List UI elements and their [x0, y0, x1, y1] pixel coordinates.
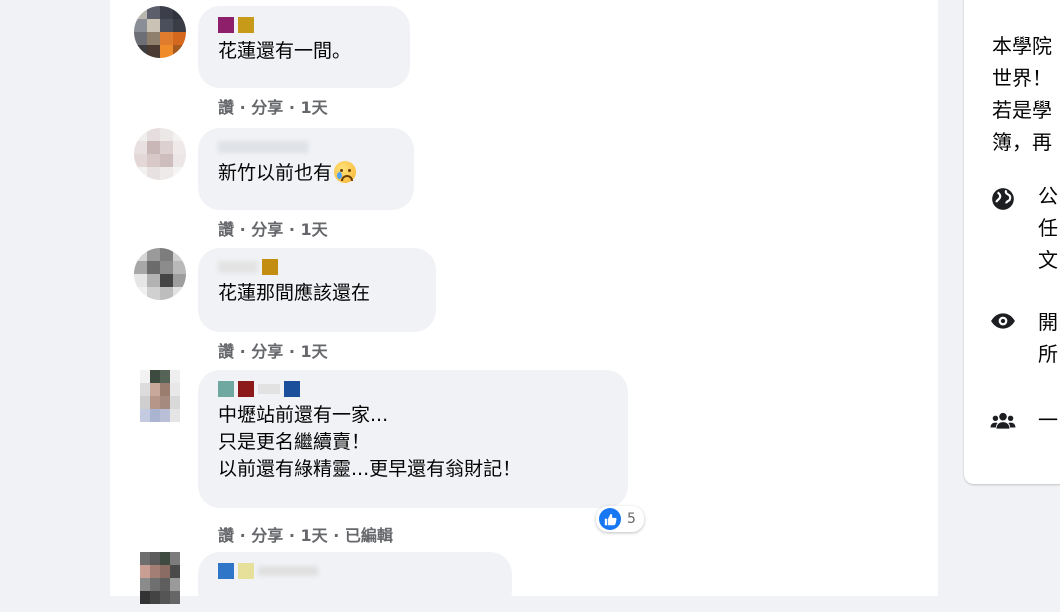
separator: · — [288, 526, 295, 545]
like-link[interactable]: 讚 — [218, 220, 234, 239]
share-link[interactable]: 分享 — [251, 342, 283, 361]
commenter-name[interactable] — [218, 258, 418, 276]
commenter-name[interactable] — [218, 562, 494, 580]
eye-icon — [991, 313, 1015, 329]
comment-text: 新竹以前也有 — [218, 160, 396, 187]
crying-emoji-icon — [334, 161, 357, 183]
globe-icon — [992, 188, 1014, 210]
privacy-public-label: 公 任 文 — [1038, 184, 1058, 272]
comment-text: 中壢站前還有一家... 只是更名繼續賣！ 以前還有綠精靈...更早還有翁財記！ — [218, 404, 522, 480]
avatar[interactable] — [134, 128, 186, 180]
like-link[interactable]: 讚 — [218, 342, 234, 361]
share-link[interactable]: 分享 — [251, 98, 283, 117]
separator: · — [288, 98, 295, 117]
share-link[interactable]: 分享 — [251, 220, 283, 239]
comment-bubble — [198, 552, 512, 612]
reaction-count: 5 — [627, 511, 636, 527]
like-icon — [599, 508, 621, 530]
comments-panel: 花蓮還有一間。 讚 · 分享 · 1天 新竹以前也有 讚 · 分享 · 1天 花… — [110, 0, 938, 612]
timestamp-link[interactable]: 1天 — [301, 220, 328, 239]
timestamp-link[interactable]: 1天 — [301, 98, 328, 117]
commenter-name[interactable] — [218, 16, 392, 34]
comment-bubble: 中壢站前還有一家... 只是更名繼續賣！ 以前還有綠精靈...更早還有翁財記！ — [198, 370, 628, 508]
comment-actions: 讚 · 分享 · 1天 — [218, 94, 328, 118]
avatar[interactable] — [134, 248, 186, 300]
comment-actions: 讚 · 分享 · 1天 · 已編輯 — [218, 522, 393, 546]
group-description: 本學院 世界！ 若是學 簿，再 — [992, 34, 1052, 154]
comment-text: 花蓮還有一間。 — [218, 40, 352, 62]
commenter-name[interactable] — [218, 380, 610, 398]
edited-label: 已編輯 — [344, 526, 393, 545]
avatar[interactable] — [140, 370, 180, 422]
comment-bubble: 花蓮那間應該還在 — [198, 248, 436, 332]
avatar[interactable] — [134, 6, 186, 58]
separator: · — [333, 526, 340, 545]
comment-bubble: 新竹以前也有 — [198, 128, 414, 210]
separator: · — [288, 342, 295, 361]
separator: · — [288, 220, 295, 239]
avatar[interactable] — [140, 552, 180, 604]
commenter-name[interactable] — [218, 138, 396, 156]
members-label: 一 — [1038, 408, 1058, 432]
comment-actions: 讚 · 分享 · 1天 — [218, 216, 328, 240]
separator: · — [239, 526, 246, 545]
comment-actions: 讚 · 分享 · 1天 — [218, 338, 328, 362]
reaction-count-badge[interactable]: 5 — [596, 506, 644, 532]
timestamp-link[interactable]: 1天 — [301, 526, 328, 545]
group-icon — [990, 412, 1016, 429]
share-link[interactable]: 分享 — [251, 526, 283, 545]
separator: · — [239, 98, 246, 117]
comment-bubble: 花蓮還有一間。 — [198, 6, 410, 88]
like-link[interactable]: 讚 — [218, 526, 234, 545]
group-about-card: 本學院 世界！ 若是學 簿，再 公 任 文 開 所 一 — [964, 0, 1060, 484]
timestamp-link[interactable]: 1天 — [301, 342, 328, 361]
visibility-label: 開 所 — [1038, 310, 1058, 366]
separator: · — [239, 220, 246, 239]
separator: · — [239, 342, 246, 361]
comment-text: 花蓮那間應該還在 — [218, 282, 371, 304]
like-link[interactable]: 讚 — [218, 98, 234, 117]
